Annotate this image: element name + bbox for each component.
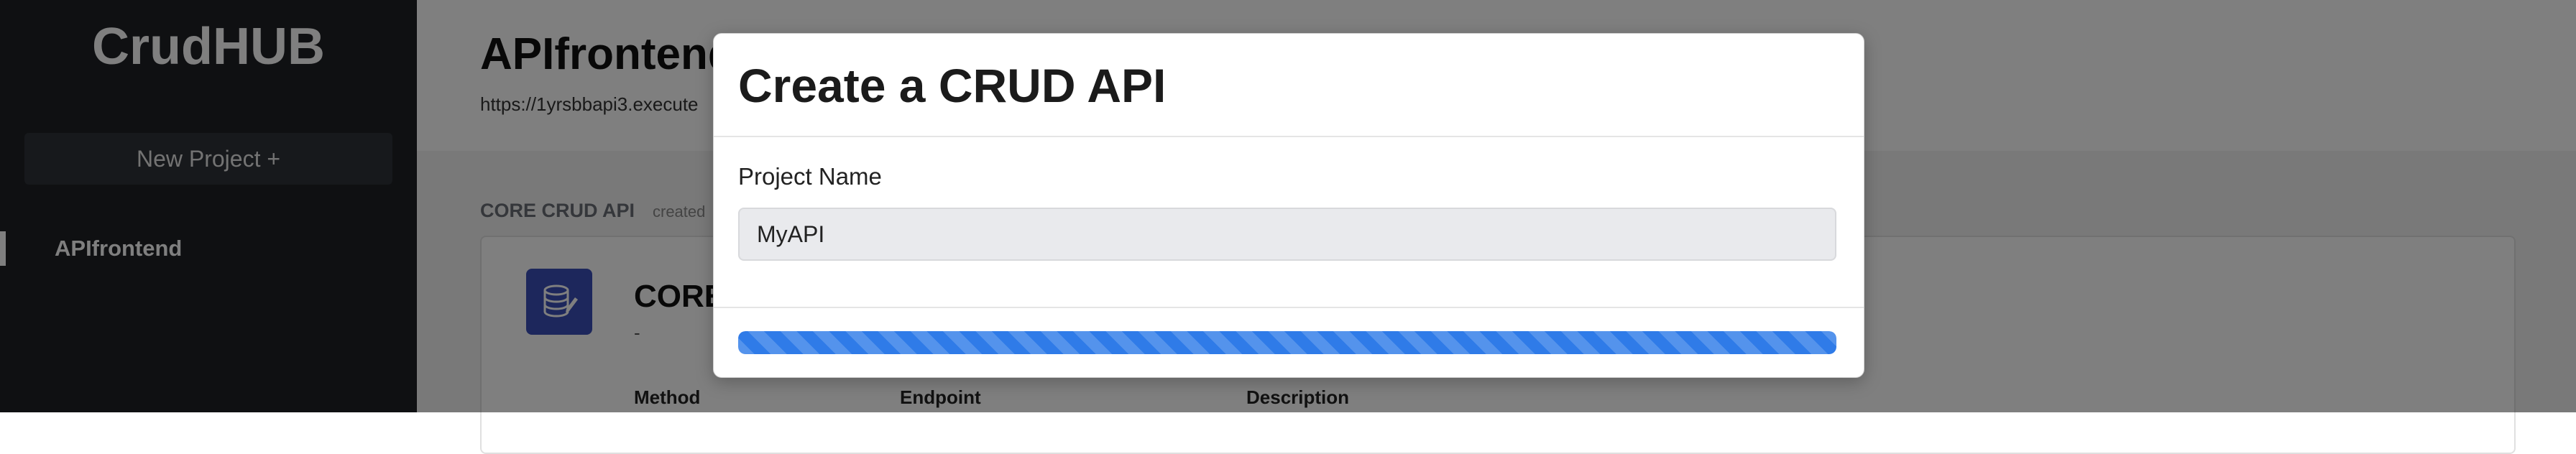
modal-header: Create a CRUD API bbox=[714, 34, 1864, 137]
modal-title: Create a CRUD API bbox=[738, 59, 1167, 112]
modal-body: Project Name bbox=[714, 136, 1864, 307]
progress-bar-fill bbox=[738, 331, 1836, 354]
create-api-modal: Create a CRUD API Project Name bbox=[713, 33, 1864, 378]
modal-footer bbox=[714, 307, 1864, 379]
progress-bar bbox=[738, 331, 1836, 354]
project-name-input[interactable] bbox=[738, 208, 1836, 261]
project-name-label: Project Name bbox=[738, 163, 882, 190]
